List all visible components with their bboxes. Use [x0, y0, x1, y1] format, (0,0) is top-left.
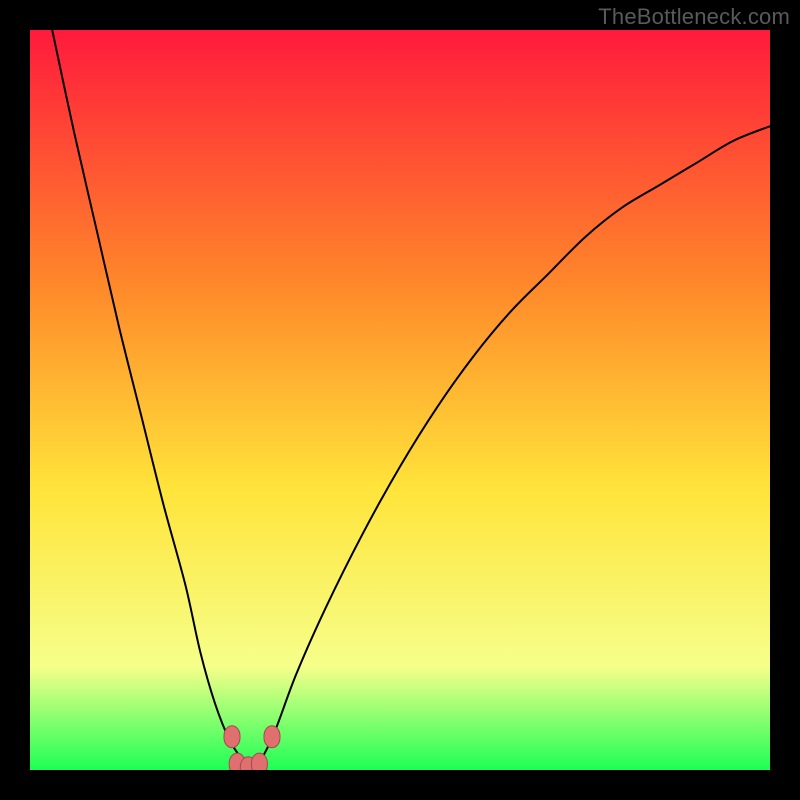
- curve-marker: [251, 753, 267, 770]
- watermark-text: TheBottleneck.com: [598, 4, 790, 30]
- gradient-backdrop: [30, 30, 770, 770]
- plot-area: [30, 30, 770, 770]
- curve-marker: [264, 726, 280, 748]
- chart-container: TheBottleneck.com: [0, 0, 800, 800]
- chart-svg: [30, 30, 770, 770]
- curve-marker: [224, 726, 240, 748]
